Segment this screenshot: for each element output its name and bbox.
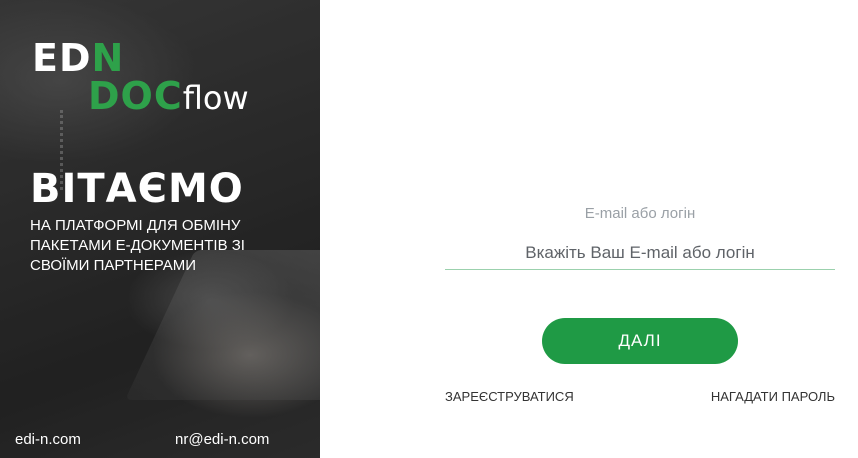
next-button[interactable]: ДАЛІ xyxy=(542,318,738,364)
welcome-subtitle: НА ПЛАТФОРМІ ДЛЯ ОБМІНУ ПАКЕТАМИ Е-ДОКУМ… xyxy=(30,217,245,274)
forgot-password-link[interactable]: НАГАДАТИ ПАРОЛЬ xyxy=(711,389,835,404)
logo-row-edin: EDN xyxy=(32,36,125,80)
logo-row-docflow: DOCflow xyxy=(88,74,249,118)
login-input[interactable] xyxy=(445,236,835,270)
edin-docflow-logo: EDN DOCflow xyxy=(32,38,272,118)
contact-email-link[interactable]: nr@edi-n.com xyxy=(175,431,269,448)
site-link[interactable]: edi-n.com xyxy=(15,431,81,448)
welcome-heading: ВІТАЄМО xyxy=(30,166,244,212)
register-link[interactable]: ЗАРЕЄСТРУВАТИСЯ xyxy=(445,389,574,404)
hero-panel: EDN DOCflow ВІТАЄМО НА ПЛАТФОРМІ ДЛЯ ОБМ… xyxy=(0,0,320,458)
login-field-label: E-mail або логін xyxy=(584,205,696,222)
